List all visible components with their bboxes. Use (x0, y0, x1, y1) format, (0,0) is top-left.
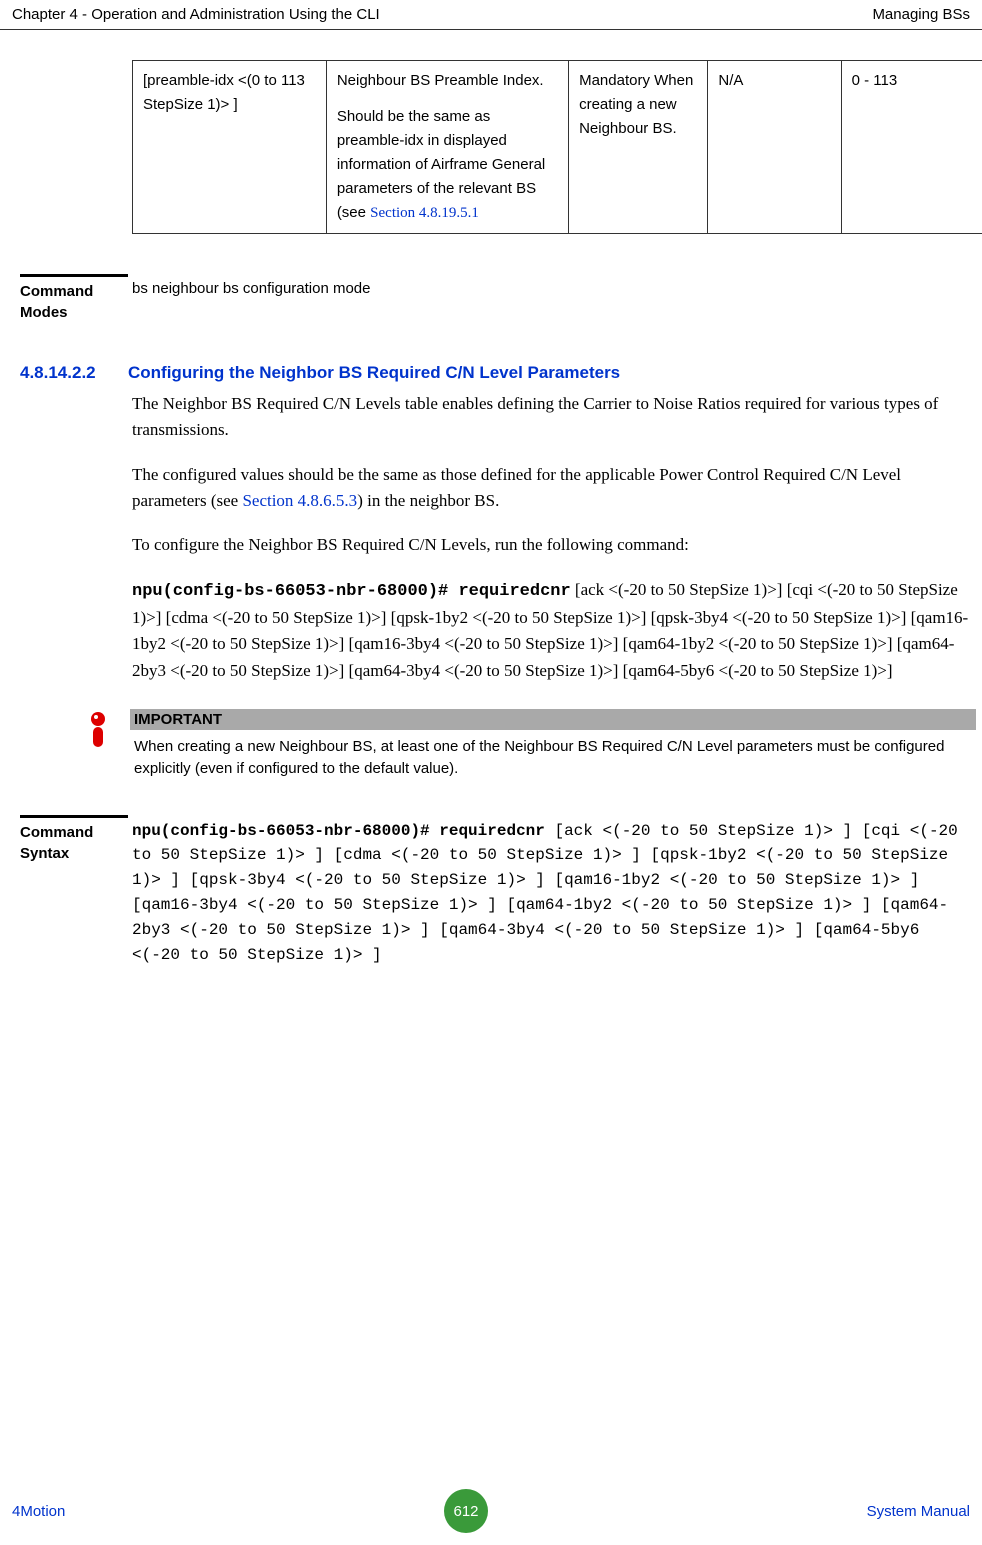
cell-default: N/A (708, 61, 841, 234)
header-right: Managing BSs (872, 6, 970, 23)
table-row: [preamble-idx <(0 to 113 StepSize 1)> ] … (133, 61, 982, 234)
p2-link[interactable]: Section 4.8.6.5.3 (242, 491, 357, 510)
cell-presence: Mandatory When creating a new Neighbour … (569, 61, 708, 234)
command-syntax-block: Command Syntax npu(config-bs-66053-nbr-6… (20, 815, 970, 968)
page-number-badge: 612 (444, 1489, 488, 1533)
page-footer: 4Motion 612 System Manual (0, 1489, 982, 1533)
command-intro: npu(config-bs-66053-nbr-68000)# required… (132, 577, 970, 684)
paragraph-1: The Neighbor BS Required C/N Levels tabl… (132, 391, 970, 444)
section-heading: 4.8.14.2.2 Configuring the Neighbor BS R… (20, 363, 970, 383)
cell-description: Neighbour BS Preamble Index. Should be t… (326, 61, 568, 234)
paragraph-2: The configured values should be the same… (132, 462, 970, 515)
command-syntax-body: npu(config-bs-66053-nbr-68000)# required… (128, 815, 970, 968)
footer-right: System Manual (867, 1503, 970, 1520)
header-left: Chapter 4 - Operation and Administration… (12, 6, 380, 23)
syntax-bold: npu(config-bs-66053-nbr-68000)# required… (132, 822, 545, 840)
syntax-rest: [ack <(-20 to 50 StepSize 1)> ] [cqi <(-… (132, 822, 958, 964)
section-title: Configuring the Neighbor BS Required C/N… (128, 363, 620, 383)
desc-main: Neighbour BS Preamble Index. (337, 69, 558, 93)
command-syntax-label: Command Syntax (20, 815, 128, 864)
paragraph-3: To configure the Neighbor BS Required C/… (132, 532, 970, 558)
section-number: 4.8.14.2.2 (20, 363, 128, 383)
cell-range: 0 - 113 (841, 61, 982, 234)
command-modes-label: Command Modes (20, 274, 128, 323)
command-modes-block: Command Modes bs neighbour bs configurat… (20, 274, 970, 323)
important-icon (66, 709, 130, 780)
command-modes-text: bs neighbour bs configuration mode (128, 274, 970, 297)
important-heading: IMPORTANT (130, 709, 976, 730)
cell-parameter: [preamble-idx <(0 to 113 StepSize 1)> ] (133, 61, 327, 234)
cmd-intro-bold: npu(config-bs-66053-nbr-68000)# required… (132, 582, 571, 601)
page-header: Chapter 4 - Operation and Administration… (0, 0, 982, 30)
desc-link[interactable]: Section 4.8.19.5.1 (370, 205, 479, 221)
p2b: ) in the neighbor BS. (357, 491, 499, 510)
important-text: When creating a new Neighbour BS, at lea… (130, 730, 976, 780)
param-table: [preamble-idx <(0 to 113 StepSize 1)> ] … (132, 60, 982, 234)
footer-left: 4Motion (12, 1503, 65, 1520)
important-block: IMPORTANT When creating a new Neighbour … (66, 709, 976, 780)
